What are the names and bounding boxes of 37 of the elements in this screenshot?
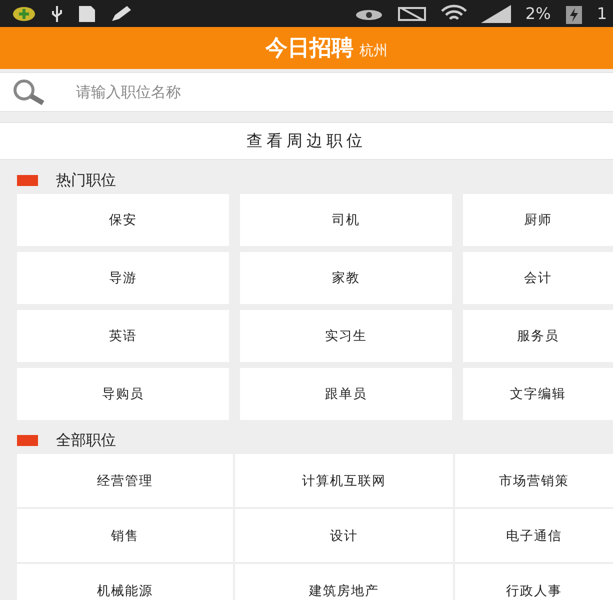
job-category-tile[interactable]: 行政人事	[455, 564, 613, 600]
pencil-icon	[110, 4, 134, 22]
job-category-tile[interactable]: 市场营销策	[455, 454, 613, 507]
job-category-tile[interactable]: 建筑房地产	[235, 564, 453, 600]
job-category-tile[interactable]: 服务员	[463, 310, 613, 362]
app-icon	[12, 6, 36, 22]
job-category-tile[interactable]: 设计	[235, 509, 453, 562]
job-category-tile[interactable]: 导购员	[17, 368, 229, 420]
job-category-tile[interactable]: 文字编辑	[463, 368, 613, 420]
app-title: 今日招聘	[266, 35, 354, 63]
job-category-tile[interactable]: 保安	[17, 194, 229, 246]
job-category-tile[interactable]: 家教	[240, 252, 452, 304]
job-category-tile[interactable]: 实习生	[240, 310, 452, 362]
section-title: 全部职位	[56, 430, 116, 450]
job-category-tile[interactable]: 销售	[17, 509, 233, 562]
job-category-tile[interactable]: 经营管理	[17, 454, 233, 507]
search-field[interactable]: 请输入职位名称	[0, 72, 613, 112]
job-category-tile[interactable]: 计算机互联网	[235, 454, 453, 507]
job-category-tile[interactable]: 司机	[240, 194, 452, 246]
job-category-tile[interactable]: 厨师	[463, 194, 613, 246]
section-marker	[17, 434, 38, 446]
battery-charging-icon	[564, 4, 583, 24]
section-marker	[17, 174, 38, 186]
job-category-tile[interactable]: 英语	[17, 310, 229, 362]
battery-percent: 2%	[525, 4, 551, 23]
nearby-jobs-button[interactable]: 查看周边职位	[0, 122, 613, 160]
search-input[interactable]: 请输入职位名称	[74, 82, 613, 102]
job-category-tile[interactable]: 跟单员	[240, 368, 452, 420]
signal-icon	[481, 4, 512, 22]
job-category-tile[interactable]: 会计	[463, 252, 613, 304]
usb-icon	[50, 4, 64, 22]
job-category-tile[interactable]: 电子通信	[455, 509, 613, 562]
clock-text: 1	[596, 4, 607, 23]
job-category-tile[interactable]: 机械能源	[17, 564, 233, 600]
city-label: 杭州	[360, 42, 388, 60]
job-category-tile[interactable]: 导游	[17, 252, 229, 304]
section-title: 热门职位	[56, 170, 116, 190]
